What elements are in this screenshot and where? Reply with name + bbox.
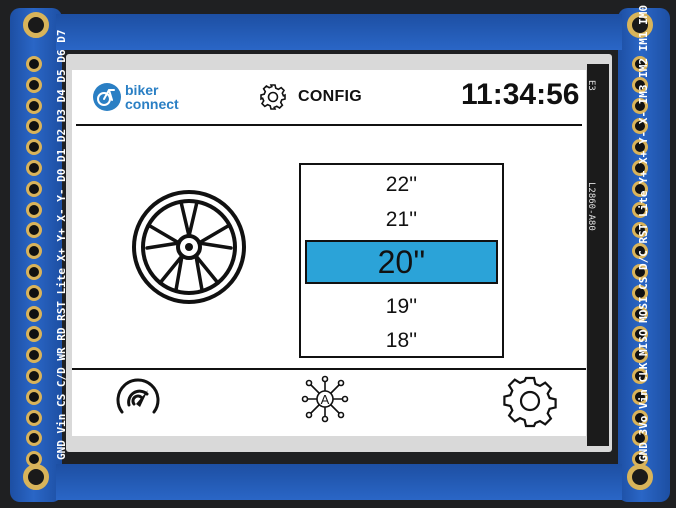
screen-title-group: CONFIG [258,82,362,112]
mount-hole [23,464,49,490]
flex-mark: E3 [586,80,596,91]
logo-line-2: connect [125,96,179,112]
mount-hole [627,464,653,490]
tft-screen: biker connect CONFIG 11:34:56 22'' 21'' … [72,70,586,436]
header-pin [26,160,42,176]
clock-time: 11:34:56 [461,78,580,111]
size-option[interactable]: 21'' [301,208,502,232]
size-option[interactable]: 19'' [301,295,502,319]
right-pin-labels: GND 3Vo Vin CLK MISO MOSI CS D/C RST Lit… [637,0,650,462]
header-pin [26,409,42,426]
flex-part-number: L2860-A80 [586,182,596,231]
speedometer-icon[interactable] [114,374,162,422]
header-pin [26,97,42,114]
size-option[interactable]: 22'' [301,173,502,197]
footer-divider [72,368,586,370]
header-pin [26,388,42,405]
header-pin [26,201,42,218]
bike-wheel-logo-icon [93,83,121,111]
header-pin [26,264,42,280]
header-pin [26,368,42,384]
settings-gear-icon[interactable] [502,374,558,430]
network-icon[interactable]: A [300,374,350,424]
pcb-bottom-edge [56,464,622,500]
size-option[interactable]: 18'' [301,329,502,353]
header-pin [26,180,42,197]
brand-logo[interactable]: biker connect [92,82,179,112]
mount-hole [23,12,49,38]
wheel-rim-icon [132,190,246,304]
page-title: CONFIG [298,88,363,105]
display-flex-strip [587,64,609,446]
pcb-top-edge [56,14,622,50]
header-pin [26,56,42,72]
size-option-selected[interactable]: 20'' [305,240,498,284]
network-letter: A [321,392,330,407]
header-divider [76,124,582,126]
logo-line-1: biker [125,82,159,98]
header-pin [26,284,42,301]
header-bar: biker connect CONFIG 11:34:56 [72,70,586,124]
header-pin [26,76,42,93]
header-pin [26,305,42,322]
gear-icon [260,84,286,110]
wheel-size-picker[interactable]: 22'' 21'' 20'' 19'' 18'' [299,163,504,358]
